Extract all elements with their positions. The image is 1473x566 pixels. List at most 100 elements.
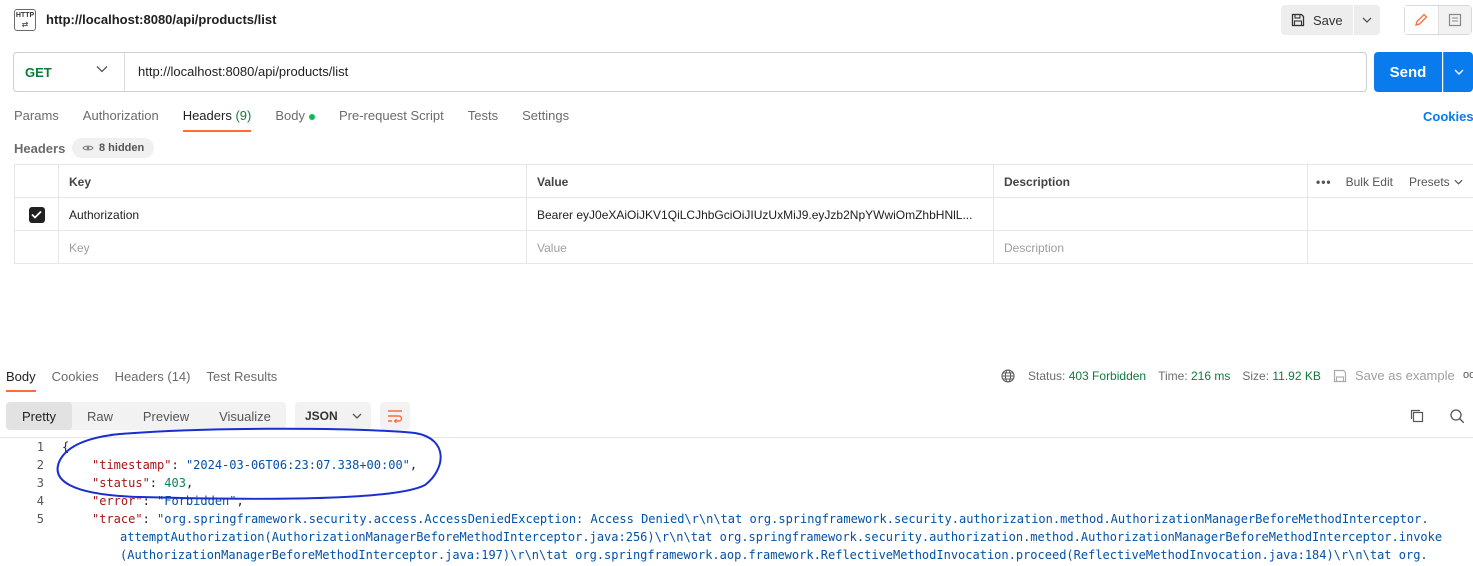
new-key-input[interactable]: Key — [58, 231, 526, 264]
response-tab-headers-label: Headers — [114, 369, 164, 384]
header-value-cell[interactable]: Bearer eyJ0eXAiOiJKV1QiLCJhbGciOiJIUzUxM… — [526, 198, 993, 231]
size-value[interactable]: 11.92 KB — [1272, 369, 1320, 383]
save-as-example-label: Save as example — [1355, 368, 1455, 383]
view-pretty-button[interactable]: Pretty — [6, 402, 72, 430]
pencil-icon — [1415, 13, 1428, 26]
code-line-wrapped: attemptAuthorization(AuthorizationManage… — [120, 530, 1443, 544]
row-actions-cell — [1307, 198, 1473, 231]
check-icon — [31, 210, 42, 219]
tab-pre-request-script[interactable]: Pre-request Script — [339, 108, 444, 130]
save-button[interactable]: Save — [1281, 5, 1353, 35]
json-key: "timestamp" — [92, 458, 172, 472]
chevron-down-icon — [1454, 69, 1463, 75]
comment-mode-button[interactable] — [1438, 6, 1471, 34]
hidden-headers-toggle[interactable]: 8 hidden — [72, 138, 155, 158]
cookies-link[interactable]: Cookies — [1423, 109, 1473, 124]
more-options-icon[interactable]: ••• — [1316, 175, 1332, 189]
json-key: "trace" — [92, 512, 143, 526]
more-options-icon[interactable]: oo — [1463, 369, 1473, 381]
comment-icon — [1448, 13, 1461, 27]
json-key: "error" — [92, 494, 143, 508]
tab-body[interactable]: Body — [275, 108, 315, 130]
response-body-editor[interactable]: 1 2 3 4 5 { "timestamp": "2024-03-06T06:… — [0, 437, 1473, 566]
tab-tests[interactable]: Tests — [468, 108, 498, 130]
header-enabled-checkbox[interactable] — [28, 206, 45, 223]
request-name[interactable]: http://localhost:8080/api/products/list — [46, 12, 276, 27]
send-button[interactable]: Send — [1374, 52, 1442, 92]
hidden-headers-count: 8 hidden — [99, 142, 145, 154]
tab-authorization[interactable]: Authorization — [83, 108, 159, 130]
row-actions-cell — [1307, 231, 1473, 264]
chevron-down-icon — [352, 413, 362, 419]
response-meta: Status: 403 Forbidden Time: 216 ms Size:… — [1001, 369, 1321, 383]
copy-icon[interactable] — [1409, 408, 1425, 427]
header-key-cell[interactable]: Authorization — [58, 198, 526, 231]
line-number: 1 — [36, 440, 44, 454]
wrap-lines-button[interactable] — [380, 402, 410, 430]
header-description-cell[interactable] — [993, 198, 1307, 231]
tab-headers[interactable]: Headers (9) — [182, 108, 252, 132]
status-value[interactable]: 403 Forbidden — [1069, 369, 1146, 383]
new-value-input[interactable]: Value — [526, 231, 993, 264]
save-icon — [1291, 13, 1305, 27]
response-tabs: Body Cookies Headers (14) Test Results — [6, 369, 293, 392]
code-line: "status": 403, — [92, 476, 194, 490]
response-tab-cookies[interactable]: Cookies — [52, 369, 99, 390]
line-number: 5 — [36, 512, 44, 526]
chevron-down-icon — [1454, 179, 1463, 185]
http-request-icon: HTTP ⇄ — [14, 9, 36, 31]
table-header-row: Key Value Description ••• Bulk Edit Pres… — [14, 165, 1473, 198]
tab-settings[interactable]: Settings — [522, 108, 569, 130]
key-column-header: Key — [58, 165, 526, 198]
search-icon[interactable] — [1449, 408, 1465, 427]
save-label: Save — [1313, 12, 1343, 28]
headers-table: Key Value Description ••• Bulk Edit Pres… — [14, 164, 1473, 264]
code-line: "trace": "org.springframework.security.a… — [92, 512, 1429, 526]
row-checkbox-cell — [14, 198, 58, 231]
tab-params[interactable]: Params — [14, 108, 59, 130]
eye-icon — [82, 145, 94, 151]
response-tab-test-results[interactable]: Test Results — [207, 369, 278, 390]
response-tab-headers[interactable]: Headers (14) — [115, 369, 191, 390]
save-icon — [1333, 369, 1347, 382]
presets-dropdown[interactable]: Presets — [1409, 175, 1450, 189]
view-mode-toggle — [1404, 5, 1472, 35]
save-options-button[interactable] — [1354, 5, 1380, 35]
chevron-down-icon — [96, 66, 108, 73]
json-number: 403 — [164, 476, 186, 490]
view-visualize-button[interactable]: Visualize — [204, 402, 286, 430]
json-key: "status" — [92, 476, 150, 490]
request-bar: GET http://localhost:8080/api/products/l… — [13, 52, 1367, 92]
json-string: "org.springframework.security.access.Acc… — [157, 512, 1429, 526]
tab-body-label: Body — [275, 108, 305, 123]
table-actions: ••• Bulk Edit Presets — [1307, 165, 1473, 198]
format-select[interactable]: JSON — [295, 402, 371, 430]
bulk-edit-button[interactable]: Bulk Edit — [1346, 175, 1393, 189]
time-value[interactable]: 216 ms — [1191, 369, 1230, 383]
url-input[interactable]: http://localhost:8080/api/products/list — [138, 64, 348, 79]
new-description-input[interactable]: Description — [993, 231, 1307, 264]
table-row-new: Key Value Description — [14, 231, 1473, 264]
code-line: "error": "Forbidden", — [92, 494, 244, 508]
line-number: 4 — [36, 494, 44, 508]
json-string: "Forbidden" — [157, 494, 237, 508]
wrap-lines-icon — [388, 410, 403, 423]
response-tab-body[interactable]: Body — [6, 369, 36, 392]
edit-mode-button[interactable] — [1405, 6, 1439, 34]
globe-icon[interactable] — [1001, 369, 1015, 383]
view-raw-button[interactable]: Raw — [72, 402, 128, 430]
request-tabs: Params Authorization Headers (9) Body Pr… — [14, 108, 593, 132]
method-select[interactable]: GET — [14, 53, 124, 91]
save-as-example-button[interactable]: Save as example — [1333, 368, 1455, 383]
code-line: { — [62, 440, 69, 454]
json-string: "2024-03-06T06:23:07.338+00:00" — [185, 458, 410, 472]
line-number: 3 — [36, 476, 44, 490]
response-headers-count: (14) — [167, 369, 191, 384]
headers-count: (9) — [235, 108, 252, 123]
send-options-button[interactable] — [1443, 52, 1473, 92]
status-label: Status: — [1028, 369, 1066, 383]
line-number: 2 — [36, 458, 44, 472]
code-brace: { — [62, 440, 70, 454]
view-preview-button[interactable]: Preview — [128, 402, 204, 430]
format-value: JSON — [305, 409, 338, 423]
